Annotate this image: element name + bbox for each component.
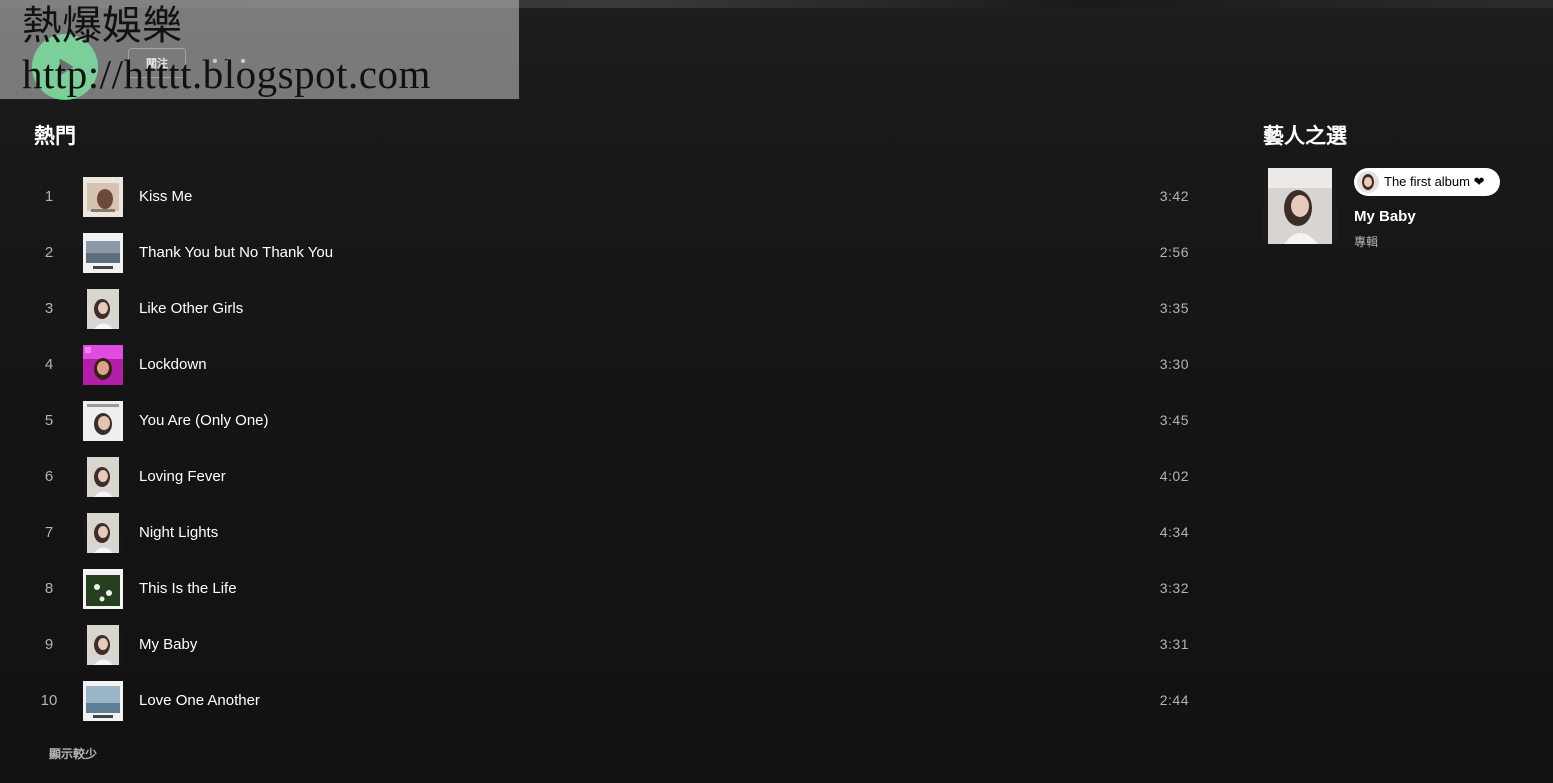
track-cover [83,345,123,385]
show-less-button[interactable]: 顯示較少 [49,745,97,762]
track-title[interactable]: Lockdown [139,356,207,373]
track-duration: 3:30 [1159,356,1189,372]
album-cover-image [83,569,123,609]
track-title[interactable]: Night Lights [139,524,218,541]
track-title[interactable]: Kiss Me [139,188,192,205]
track-number: 5 [44,412,54,429]
popular-tracklist: 1 Kiss Me 3:42 2 Thank You but No Thank You 2… [0,169,1210,729]
track-cover [83,513,123,553]
track-row[interactable]: 4 Lockdown 3:30 [0,337,1210,393]
track-cover [83,569,123,609]
header-image-strip [0,0,1553,8]
album-cover-image [83,345,123,385]
artist-pick-album-name[interactable]: My Baby [1354,208,1416,225]
track-row[interactable]: 2 Thank You but No Thank You 2:56 [0,225,1210,281]
artist-pick-comment: The first album ❤ [1384,174,1485,189]
track-row[interactable]: 8 This Is the Life 3:32 [0,561,1210,617]
track-number: 10 [40,692,58,709]
artist-pick-cover[interactable] [1262,168,1338,244]
artist-pick-badge: The first album ❤ [1354,168,1500,196]
track-title[interactable]: Like Other Girls [139,300,243,317]
track-duration: 2:44 [1159,692,1189,708]
track-title[interactable]: Love One Another [139,692,260,709]
track-number: 9 [44,636,54,653]
track-duration: 3:35 [1159,300,1189,316]
track-title[interactable]: This Is the Life [139,580,237,597]
artist-pick-album-type: 專輯 [1354,235,1379,249]
popular-heading: 熱門 [34,125,76,148]
album-cover-image [83,513,123,553]
artist-avatar [1357,171,1379,193]
album-cover-image [83,233,123,273]
track-cover [83,625,123,665]
artist-pick-heading: 藝人之選 [1263,125,1347,148]
follow-button[interactable]: 關注 [128,48,186,78]
track-cover [83,233,123,273]
track-duration: 2:56 [1159,244,1189,260]
track-number: 1 [44,188,54,205]
album-cover-image [83,457,123,497]
track-number: 7 [44,524,54,541]
track-row[interactable]: 10 Love One Another 2:44 [0,673,1210,729]
track-row[interactable]: 5 You Are (Only One) 3:45 [0,393,1210,449]
track-number: 6 [44,468,54,485]
album-cover-image [83,625,123,665]
track-cover [83,681,123,721]
album-cover-image [1262,168,1338,244]
track-row[interactable]: 9 My Baby 3:31 [0,617,1210,673]
track-duration: 4:02 [1159,468,1189,484]
album-cover-image [83,681,123,721]
track-title[interactable]: My Baby [139,636,197,653]
track-row[interactable]: 3 Like Other Girls 3:35 [0,281,1210,337]
play-button[interactable] [32,34,98,100]
track-duration: 3:42 [1159,188,1189,204]
more-options-button[interactable]: • • • [212,52,248,72]
track-cover [83,401,123,441]
track-number: 8 [44,580,54,597]
track-row[interactable]: 1 Kiss Me 3:42 [0,169,1210,225]
track-row[interactable]: 7 Night Lights 4:34 [0,505,1210,561]
track-duration: 4:34 [1159,524,1189,540]
album-cover-image [83,401,123,441]
track-duration: 3:32 [1159,580,1189,596]
album-cover-image [83,289,123,329]
track-row[interactable]: 6 Loving Fever 4:02 [0,449,1210,505]
track-cover [83,289,123,329]
album-cover-image [83,177,123,217]
track-cover [83,177,123,217]
track-duration: 3:31 [1159,636,1189,652]
track-number: 4 [44,356,54,373]
track-title[interactable]: Loving Fever [139,468,226,485]
play-icon [59,58,74,76]
artist-page: 關注 • • • 熱爆娛樂 http://htttt.blogspot.com … [0,0,1553,783]
track-cover [83,457,123,497]
track-title[interactable]: You Are (Only One) [139,412,269,429]
track-number: 3 [44,300,54,317]
track-duration: 3:45 [1159,412,1189,428]
track-title[interactable]: Thank You but No Thank You [139,244,333,261]
track-number: 2 [44,244,54,261]
